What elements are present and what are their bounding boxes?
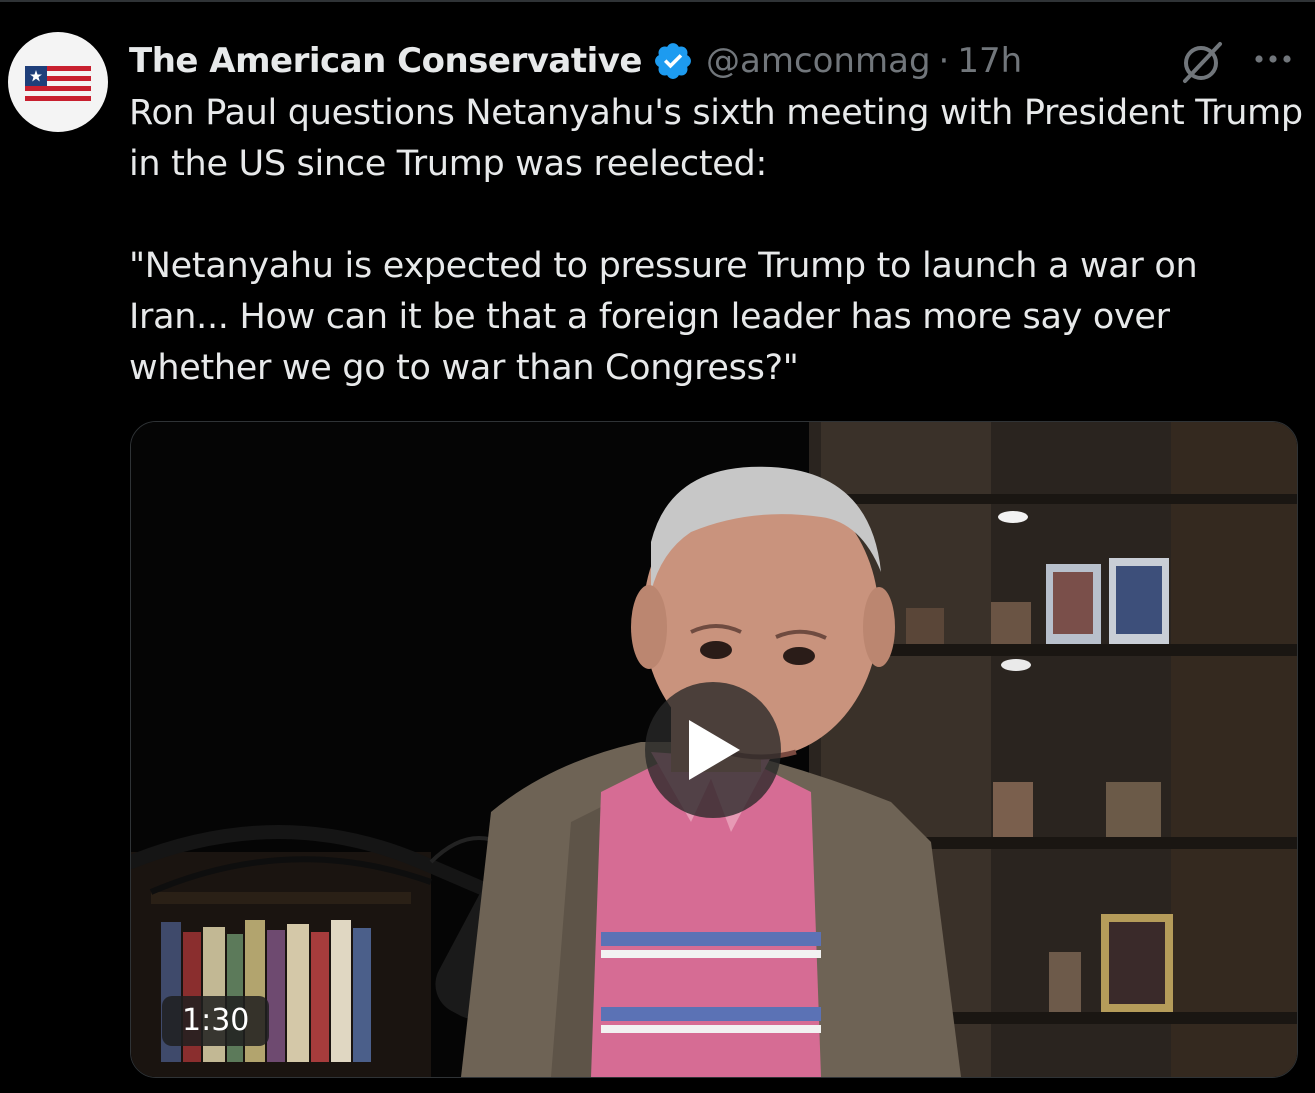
video-duration-badge: 1:30 — [162, 996, 270, 1046]
play-icon — [689, 720, 740, 780]
timestamp[interactable]: 17h — [957, 41, 1022, 81]
separator-dot: · — [938, 41, 950, 81]
avatar[interactable] — [8, 32, 108, 132]
top-divider — [0, 0, 1315, 2]
verified-badge-icon — [655, 43, 691, 79]
video-player[interactable]: 1:30 — [130, 421, 1298, 1078]
tweet-text: Ron Paul questions Netanyahu's sixth mee… — [129, 93, 1303, 388]
flag-logo-icon — [25, 66, 91, 101]
author-handle[interactable]: @amconmag — [706, 41, 931, 81]
author-display-name[interactable]: The American Conservative — [129, 41, 642, 81]
more-options-icon[interactable] — [1250, 44, 1296, 74]
tweet-header: The American Conservative @amconmag · 17… — [129, 36, 1022, 86]
play-button[interactable] — [645, 682, 781, 818]
grok-icon[interactable] — [1178, 38, 1226, 86]
